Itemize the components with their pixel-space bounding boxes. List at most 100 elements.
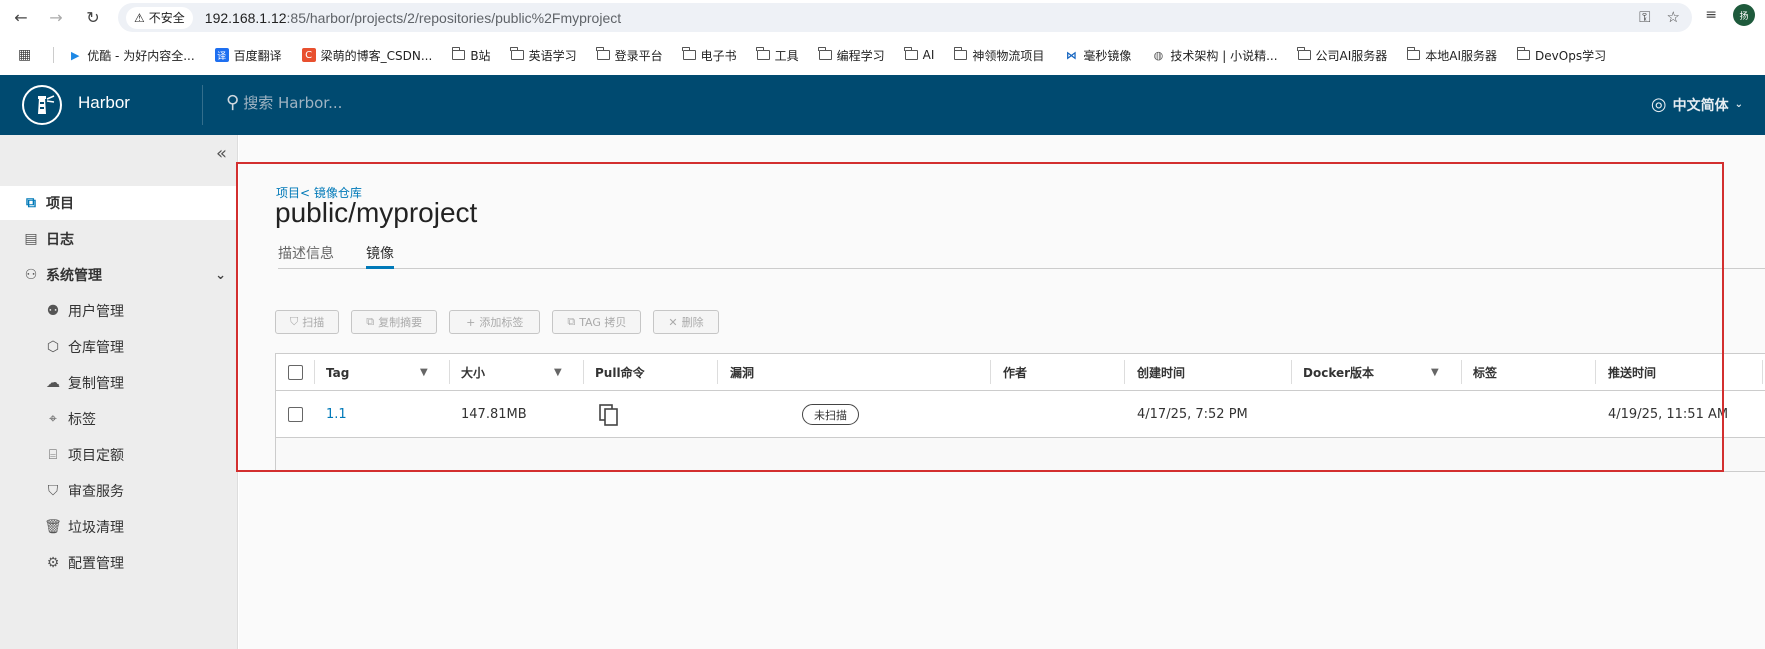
sidebar-item-administration[interactable]: ⚇ 系统管理 ⌄ bbox=[0, 258, 238, 292]
bookmark-item[interactable]: 工具 bbox=[756, 47, 799, 64]
logs-icon: ▤ bbox=[24, 231, 38, 247]
filter-icon[interactable]: ▼ bbox=[420, 367, 428, 378]
bookmark-item[interactable]: DevOps学习 bbox=[1516, 47, 1606, 64]
col-tag[interactable]: Tag bbox=[326, 354, 349, 391]
bookmark-item[interactable]: B站 bbox=[451, 47, 491, 64]
sidebar-item-gc[interactable]: 🗑 垃圾清理 bbox=[0, 510, 238, 544]
sidebar-item-quotas[interactable]: ⌸ 项目定额 bbox=[0, 438, 238, 472]
col-size[interactable]: 大小 bbox=[461, 354, 485, 391]
sidebar-item-label: 日志 bbox=[46, 232, 74, 248]
bookmark-item[interactable]: 编程学习 bbox=[818, 47, 885, 64]
sidebar-item-projects[interactable]: ⧉ 项目 bbox=[0, 186, 238, 220]
folder-icon bbox=[1406, 47, 1421, 60]
search-input[interactable] bbox=[241, 92, 542, 113]
gear-icon: ⚙ bbox=[46, 555, 60, 571]
shield-icon: ⛉ bbox=[47, 483, 59, 499]
page-title: public/myproject bbox=[275, 197, 478, 228]
add-label-button[interactable]: + 添加标签 bbox=[449, 310, 541, 334]
bookmark-item[interactable]: C 梁萌的博客_CSDN... bbox=[301, 47, 432, 64]
sidebar-item-interrogation[interactable]: ⛉ 审查服务 bbox=[0, 474, 238, 508]
bookmark-label: 工具 bbox=[774, 48, 799, 63]
sidebar-item-label: 标签 bbox=[68, 412, 96, 428]
artifact-push-time: 4/19/25, 11:51 AM bbox=[1608, 407, 1729, 422]
language-switcher[interactable]: ◎ 中文简体 ⌄ bbox=[1651, 94, 1743, 115]
bookmark-item[interactable]: 电子书 bbox=[682, 47, 737, 64]
filter-icon[interactable]: ▼ bbox=[1431, 367, 1439, 378]
column-divider bbox=[1762, 360, 1763, 384]
mirror-icon: ⋈ bbox=[1065, 48, 1077, 62]
harbor-logo-icon[interactable] bbox=[22, 85, 62, 125]
bookmark-item[interactable]: 译百度翻译 bbox=[214, 47, 282, 64]
tag-icon: ⌖ bbox=[49, 411, 57, 427]
reading-list-icon[interactable]: ≡ bbox=[1705, 7, 1717, 23]
col-pull-command: Pull命令 bbox=[595, 366, 645, 380]
sidebar-item-label: 项目定额 bbox=[68, 448, 124, 464]
sidebar-item-replications[interactable]: ☁ 复制管理 bbox=[0, 366, 238, 400]
sidebar-item-users[interactable]: ⚉ 用户管理 bbox=[0, 294, 238, 328]
bookmark-item[interactable]: 公司AI服务器 bbox=[1297, 47, 1387, 64]
copy-digest-button[interactable]: ⧉ 复制摘要 bbox=[351, 310, 438, 334]
col-created[interactable]: 创建时间 bbox=[1137, 354, 1185, 391]
tag-copy-button[interactable]: ⧉ TAG 拷贝 bbox=[552, 310, 642, 334]
url-text[interactable]: 192.168.1.12:85/harbor/projects/2/reposi… bbox=[205, 10, 621, 26]
sidebar-item-logs[interactable]: ▤ 日志 bbox=[0, 222, 238, 256]
folder-icon bbox=[596, 47, 610, 60]
collapse-sidebar-icon[interactable]: « bbox=[216, 143, 227, 164]
col-docker-version[interactable]: Docker版本 bbox=[1303, 354, 1374, 391]
folder-icon bbox=[510, 47, 524, 60]
bookmark-item[interactable]: 本地AI服务器 bbox=[1406, 47, 1497, 64]
star-icon[interactable]: ☆ bbox=[1667, 8, 1680, 26]
profile-avatar[interactable]: 扬 bbox=[1733, 4, 1755, 26]
column-divider bbox=[717, 360, 718, 384]
col-push-time[interactable]: 推送时间 bbox=[1608, 354, 1656, 391]
tag-copy-label: TAG 拷贝 bbox=[579, 316, 627, 329]
tab-label: 镜像 bbox=[366, 246, 394, 262]
bookmark-item[interactable]: 登录平台 bbox=[596, 47, 663, 64]
app-title[interactable]: Harbor bbox=[78, 93, 130, 113]
search-icon: ⚲ bbox=[226, 92, 240, 113]
filter-icon[interactable]: ▼ bbox=[554, 367, 562, 378]
bookmark-item[interactable]: 英语学习 bbox=[510, 47, 577, 64]
bookmark-item[interactable]: 神领物流项目 bbox=[953, 47, 1045, 64]
bookmark-item[interactable]: ▶ 优酷 - 为好内容全... bbox=[68, 47, 195, 64]
key-icon[interactable]: ⚿ bbox=[1639, 8, 1650, 26]
copy-icon: ⧉ bbox=[366, 315, 375, 328]
users-icon: ⚉ bbox=[46, 303, 60, 319]
bookmark-item[interactable]: AI bbox=[904, 47, 934, 62]
sidebar-item-configuration[interactable]: ⚙ 配置管理 bbox=[0, 546, 238, 580]
bookmark-label: 神领物流项目 bbox=[972, 48, 1045, 63]
close-icon: ✕ bbox=[668, 315, 678, 329]
forward-icon[interactable]: → bbox=[43, 4, 69, 30]
tab-artifacts[interactable]: 镜像 bbox=[366, 240, 394, 269]
tab-info[interactable]: 描述信息 bbox=[278, 240, 334, 269]
security-chip[interactable]: ⚠ 不安全 bbox=[126, 6, 193, 29]
reload-icon[interactable]: ↻ bbox=[80, 4, 106, 30]
bookmark-item[interactable]: ⋈ 毫秒镜像 bbox=[1064, 47, 1132, 64]
folder-icon bbox=[904, 47, 918, 60]
sidebar-item-labels[interactable]: ⌖ 标签 bbox=[0, 402, 238, 436]
sidebar-item-label: 项目 bbox=[46, 196, 74, 212]
col-author: 作者 bbox=[1003, 366, 1028, 380]
select-all-checkbox[interactable] bbox=[288, 354, 303, 391]
col-labels: 标签 bbox=[1473, 366, 1498, 380]
artifact-tag-link[interactable]: 1.1 bbox=[326, 391, 347, 438]
apps-grid-icon[interactable]: ▦ bbox=[18, 47, 31, 63]
table-row[interactable]: 1.1 147.81MB 未扫描 4/17/25, 7:52 PM 4/19/2… bbox=[276, 391, 1765, 438]
checkbox-box bbox=[288, 407, 303, 422]
sidebar-item-registries[interactable]: ⬡ 仓库管理 bbox=[0, 330, 238, 364]
address-bar[interactable]: ⚠ 不安全 192.168.1.12:85/harbor/projects/2/… bbox=[118, 3, 1692, 32]
global-search[interactable]: ⚲ bbox=[226, 92, 542, 113]
delete-button[interactable]: ✕ 删除 bbox=[653, 310, 719, 334]
row-checkbox[interactable] bbox=[288, 391, 303, 438]
scan-button[interactable]: ⛉ 扫描 bbox=[275, 310, 340, 334]
globe-icon: ◎ bbox=[1650, 94, 1667, 115]
sidebar-item-label: 仓库管理 bbox=[68, 340, 124, 356]
chevron-down-icon[interactable]: ⌄ bbox=[215, 268, 226, 283]
copy-pull-command-icon[interactable] bbox=[599, 391, 619, 438]
artifact-toolbar: ⛉ 扫描 ⧉ 复制摘要 + 添加标签 ⧉ TAG 拷贝 ✕ 删除 bbox=[275, 310, 719, 334]
bookmark-item[interactable]: ◍ 技术架构 | 小说精... bbox=[1151, 47, 1278, 64]
col-vulnerabilities[interactable]: 漏洞 bbox=[730, 354, 754, 391]
vulnerability-cell: 未扫描 bbox=[802, 391, 859, 438]
back-icon[interactable]: ← bbox=[8, 4, 34, 30]
sidebar-item-label: 配置管理 bbox=[68, 556, 124, 572]
